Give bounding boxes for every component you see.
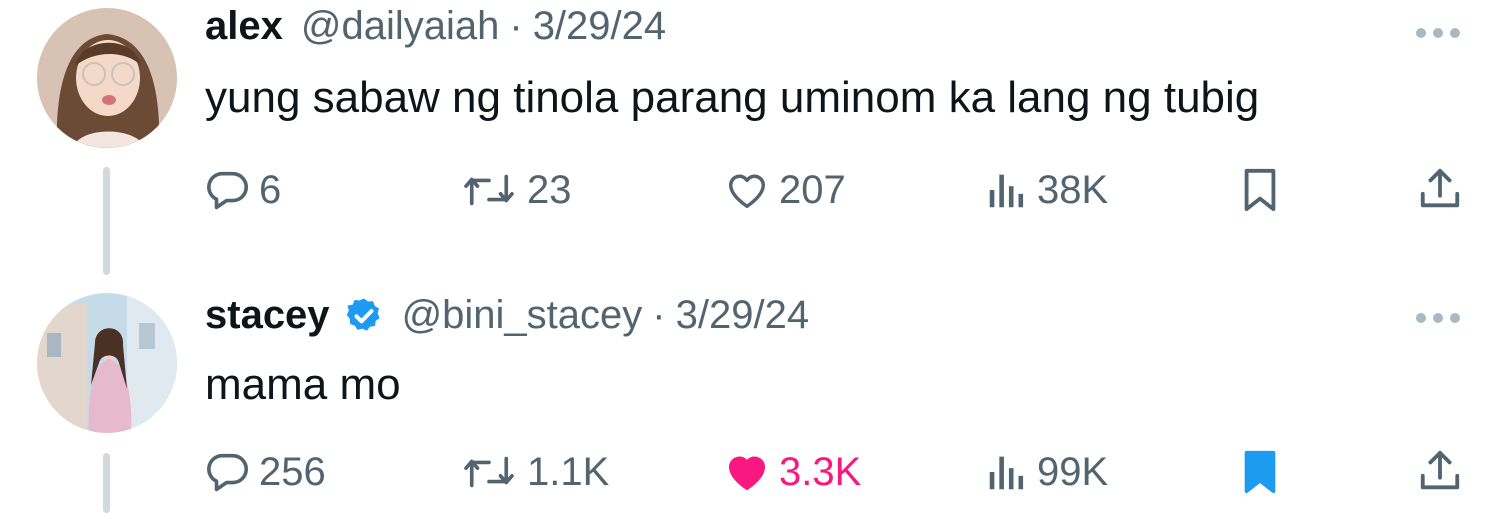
more-icon[interactable]: [1416, 313, 1460, 323]
thread-connector-line: [103, 453, 110, 513]
share-icon: [1420, 450, 1460, 490]
tweet[interactable]: alex @dailyaiah · 3/29/24 yung sabaw ng …: [0, 0, 1500, 275]
reply-count: 6: [259, 167, 282, 212]
action-bar: 6 23 207 38K: [205, 160, 1463, 220]
thread-connector-line: [103, 167, 110, 275]
tweet-text: mama mo: [205, 360, 401, 409]
share-icon: [1420, 168, 1460, 208]
views-icon: [989, 456, 1024, 490]
reply-button[interactable]: 6: [205, 160, 281, 220]
author-name[interactable]: alex: [205, 4, 283, 49]
author-handle[interactable]: @dailyaiah: [301, 4, 500, 49]
reply-count: 256: [259, 449, 326, 494]
separator-dot: ·: [509, 4, 523, 48]
views-button[interactable]: 38K: [985, 160, 1108, 220]
tweet-header: stacey @bini_stacey · 3/29/24: [205, 293, 809, 338]
like-button[interactable]: 207: [723, 160, 846, 220]
bookmark-icon: [1244, 450, 1276, 494]
more-icon[interactable]: [1416, 28, 1460, 38]
author-handle[interactable]: @bini_stacey: [402, 293, 643, 338]
reply-button[interactable]: 256: [205, 442, 326, 502]
tweet-date[interactable]: 3/29/24: [533, 4, 666, 49]
share-button[interactable]: [1417, 442, 1463, 502]
bookmark-button[interactable]: [1237, 160, 1283, 220]
tweet-text: yung sabaw ng tinola parang uminom ka la…: [205, 73, 1260, 122]
repost-button[interactable]: 23: [459, 160, 572, 220]
like-icon: [728, 174, 766, 209]
tweet-header: alex @dailyaiah · 3/29/24: [205, 4, 666, 49]
bookmark-icon: [1244, 168, 1276, 212]
verified-badge-icon: [346, 298, 380, 331]
avatar-image: [37, 293, 177, 433]
reply-icon: [207, 171, 249, 210]
views-icon: [989, 174, 1024, 208]
separator-dot: ·: [652, 293, 666, 337]
bookmark-button[interactable]: [1237, 442, 1283, 502]
tweet-date[interactable]: 3/29/24: [676, 293, 809, 338]
avatar[interactable]: [37, 8, 177, 148]
action-bar: 256 1.1K 3.3K 99K: [205, 442, 1463, 502]
repost-count: 1.1K: [527, 449, 610, 494]
like-count: 3.3K: [779, 449, 862, 494]
reply-icon: [207, 453, 249, 492]
avatar[interactable]: [37, 293, 177, 433]
views-count: 38K: [1037, 167, 1109, 212]
avatar-image: [37, 8, 177, 148]
repost-count: 23: [527, 167, 572, 212]
tweet[interactable]: stacey @bini_stacey · 3/29/24 mama mo 25…: [0, 285, 1500, 513]
views-count: 99K: [1037, 449, 1109, 494]
like-button[interactable]: 3.3K: [723, 442, 861, 502]
like-icon: [728, 456, 766, 491]
like-count: 207: [779, 167, 846, 212]
views-button[interactable]: 99K: [985, 442, 1108, 502]
share-button[interactable]: [1417, 160, 1463, 220]
repost-icon: [464, 456, 514, 488]
repost-button[interactable]: 1.1K: [459, 442, 609, 502]
author-name[interactable]: stacey: [205, 293, 330, 338]
repost-icon: [464, 174, 514, 206]
